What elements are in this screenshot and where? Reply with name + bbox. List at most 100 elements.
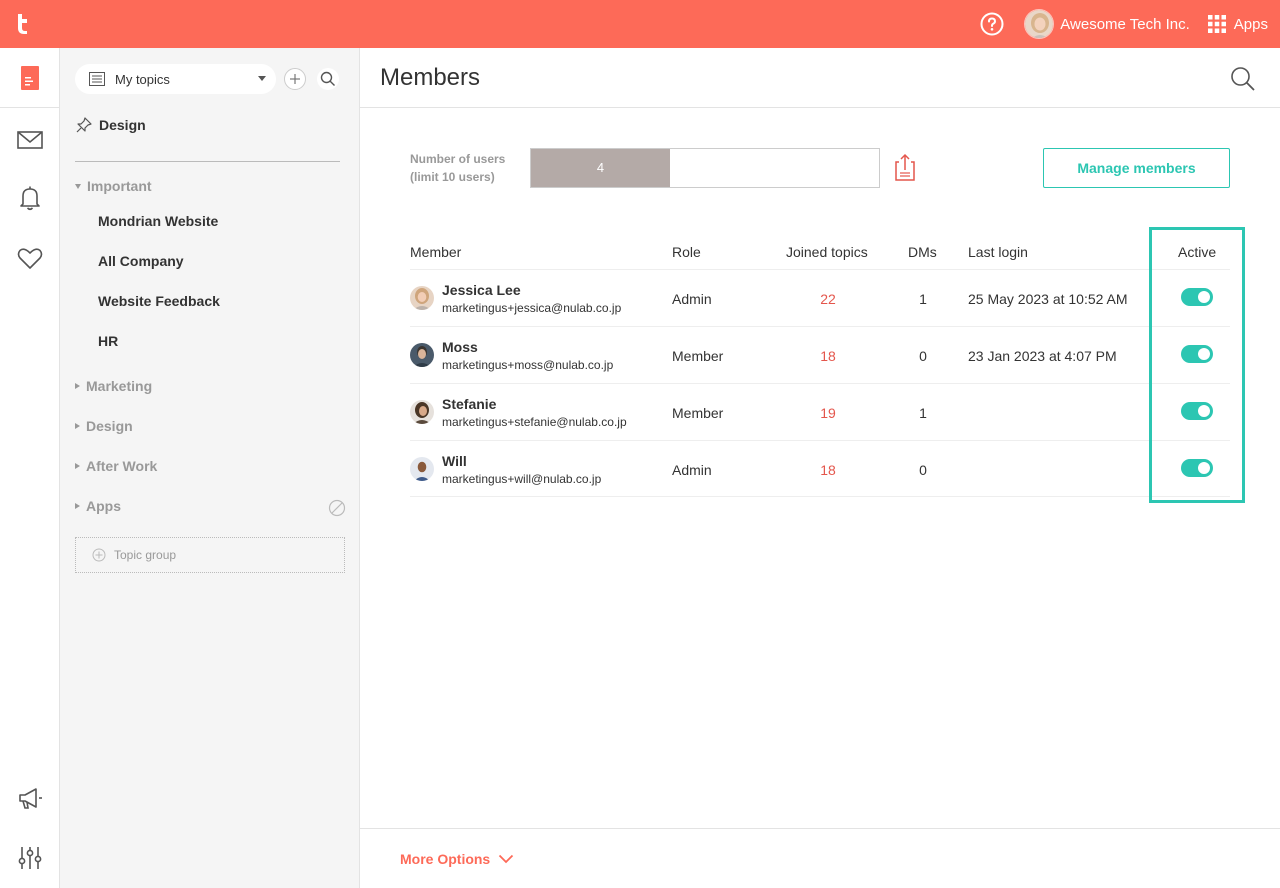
active-toggle[interactable] [1181,459,1213,477]
topic-item[interactable]: Website Feedback [98,293,220,309]
topic-item[interactable]: Mondrian Website [98,213,218,229]
settings-sliders-icon[interactable] [16,844,44,872]
search-topics-button[interactable] [317,68,339,90]
chevron-down-icon [258,76,266,81]
search-icon [320,71,335,86]
member-name: Moss [442,339,478,355]
users-progress-bar: 4 [530,148,880,188]
main-header: Members [360,48,1280,108]
list-icon [89,72,105,86]
member-topics-count[interactable]: 22 [800,291,856,307]
member-role: Admin [672,291,712,307]
table-row[interactable]: Stefanie marketingus+stefanie@nulab.co.j… [410,383,1230,440]
apps-button[interactable]: Apps [1207,15,1268,33]
heart-icon[interactable] [16,244,44,272]
table-row[interactable]: Moss marketingus+moss@nulab.co.jp Member… [410,326,1230,383]
add-topic-button[interactable] [284,68,306,90]
group-design[interactable]: Design [75,418,133,434]
more-options-button[interactable]: More Options [400,851,514,867]
member-name: Will [442,453,467,469]
avatar [410,400,434,424]
manage-members-button[interactable]: Manage members [1043,148,1230,188]
apps-grid-icon [1207,15,1226,33]
member-name: Jessica Lee [442,282,521,298]
toggle-knob [1198,405,1210,417]
help-icon[interactable] [980,12,1004,36]
active-toggle[interactable] [1181,288,1213,306]
group-label: After Work [86,458,158,474]
member-role: Member [672,348,724,364]
member-role: Member [672,405,724,421]
topic-filter-select[interactable]: My topics [75,64,276,94]
apps-label: Apps [1233,15,1268,33]
plus-circle-icon [92,548,106,562]
topics-nav-button[interactable] [0,48,60,108]
more-options-label: More Options [400,851,491,867]
users-limit-label: Number of users (limit 10 users) [410,150,505,186]
bell-icon[interactable] [16,184,44,212]
member-role: Admin [672,462,712,478]
col-last-login[interactable]: Last login [968,244,1028,260]
add-topic-group-button[interactable]: Topic group [75,537,345,573]
member-email: marketingus+stefanie@nulab.co.jp [442,415,627,429]
group-label: Important [87,178,152,194]
topic-item[interactable]: HR [98,333,118,349]
member-email: marketingus+jessica@nulab.co.jp [442,301,622,315]
search-icon[interactable] [1230,66,1256,92]
col-joined-topics[interactable]: Joined topics [786,244,868,260]
avatar [410,343,434,367]
mail-icon[interactable] [16,126,44,154]
pinned-topic[interactable]: Design [75,116,146,134]
users-count: 4 [596,160,605,175]
table-row[interactable]: Will marketingus+will@nulab.co.jp Admin … [410,440,1230,497]
top-bar: Awesome Tech Inc. Apps [0,0,1280,48]
col-active[interactable]: Active [1178,244,1216,260]
icon-rail [0,48,60,888]
org-name[interactable]: Awesome Tech Inc. [1060,16,1190,33]
group-apps[interactable]: Apps [75,498,121,514]
pinned-topic-label: Design [99,117,146,133]
toggle-knob [1198,348,1210,360]
group-label: Design [86,418,133,434]
member-topics-count[interactable]: 19 [800,405,856,421]
member-topics-count[interactable]: 18 [800,462,856,478]
topic-filter-value: My topics [115,71,170,87]
pin-icon [76,117,92,133]
footer: More Options [360,828,1280,888]
member-last-login: 23 Jan 2023 at 4:07 PM [968,348,1117,364]
group-marketing[interactable]: Marketing [75,378,152,394]
toggle-knob [1198,291,1210,303]
group-after-work[interactable]: After Work [75,458,157,474]
col-member[interactable]: Member [410,244,461,260]
member-dms-count: 0 [919,348,927,364]
users-label-line: Number of users [410,152,506,166]
active-toggle[interactable] [1181,345,1213,363]
export-icon[interactable] [894,152,916,182]
muted-icon[interactable] [328,499,346,517]
member-dms-count: 1 [919,291,927,307]
main-panel: Members Number of users (limit 10 users)… [360,48,1280,888]
col-role[interactable]: Role [672,244,701,260]
typetalk-logo-icon[interactable] [12,12,34,36]
org-avatar[interactable] [1024,9,1055,39]
topic-group-label: Topic group [114,548,177,562]
table-row[interactable]: Jessica Lee marketingus+jessica@nulab.co… [410,269,1230,326]
group-label: Apps [86,498,121,514]
member-topics-count[interactable]: 18 [800,348,856,364]
avatar [410,286,434,310]
member-dms-count: 0 [919,462,927,478]
users-label-line: (limit 10 users) [410,170,495,184]
member-name: Stefanie [442,396,497,412]
topics-icon [21,65,39,90]
page-title: Members [380,64,481,91]
topic-item[interactable]: All Company [98,253,184,269]
group-important[interactable]: Important [75,178,152,194]
toggle-knob [1198,462,1210,474]
chevron-right-icon [75,383,80,389]
top-right-menu: Awesome Tech Inc. Apps [980,0,1280,48]
topic-sidebar: My topics Design Important Mondrian Webs… [60,48,372,888]
megaphone-icon[interactable] [16,784,44,812]
member-email: marketingus+moss@nulab.co.jp [442,358,614,372]
col-dms[interactable]: DMs [908,244,937,260]
active-toggle[interactable] [1181,402,1213,420]
